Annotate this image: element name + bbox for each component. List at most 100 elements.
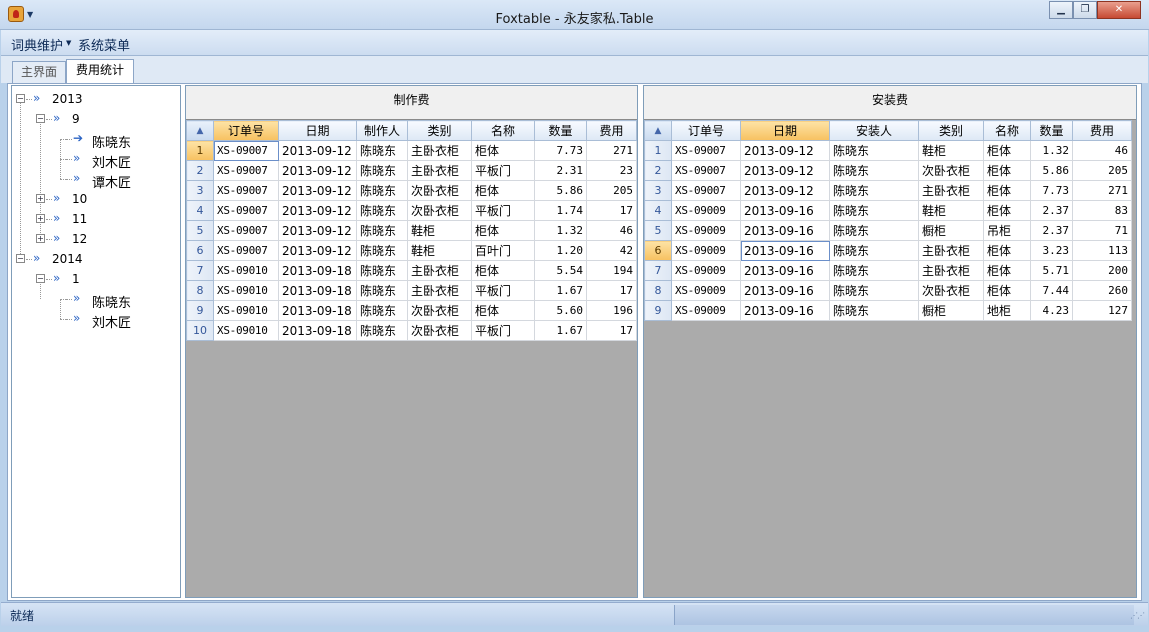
table-cell[interactable]: 陈晓东 (356, 280, 408, 301)
table-cell[interactable]: 柜体 (471, 300, 535, 321)
table-cell[interactable]: 平板门 (471, 320, 535, 341)
column-header[interactable]: 名称 (983, 120, 1031, 141)
table-cell[interactable]: 陈晓东 (829, 220, 919, 241)
row-header[interactable]: 8 (644, 280, 672, 301)
table-cell[interactable]: 5.86 (534, 180, 587, 201)
table-row[interactable]: 10 XS-09010 2013-09-18 陈晓东 次卧衣柜 平板门 1.67 17 (186, 320, 637, 341)
restore-button[interactable]: ❐ (1073, 1, 1097, 19)
table-cell[interactable]: 2013-09-12 (278, 240, 357, 261)
tab-main[interactable]: 主界面 (12, 61, 66, 83)
table-cell[interactable]: 地柜 (983, 300, 1031, 321)
table-cell[interactable]: 次卧衣柜 (407, 300, 472, 321)
table-cell[interactable]: 17 (586, 200, 637, 221)
row-header[interactable]: 4 (644, 200, 672, 221)
tree-node[interactable]: −» 2013 (12, 89, 180, 109)
collapse-icon[interactable]: − (36, 114, 45, 123)
collapse-icon[interactable]: − (16, 254, 25, 263)
table-cell[interactable]: 1.67 (534, 280, 587, 301)
select-all-corner-icon[interactable]: ▲ (644, 120, 672, 141)
table-cell[interactable]: 2013-09-16 (740, 220, 830, 241)
table-cell[interactable]: XS-09007 (213, 220, 279, 241)
table-cell[interactable]: 2.37 (1030, 220, 1073, 241)
table-cell[interactable]: 5.71 (1030, 260, 1073, 281)
table-cell[interactable]: 柜体 (983, 160, 1031, 181)
table-cell[interactable]: 260 (1072, 280, 1132, 301)
column-header[interactable]: 费用 (1072, 120, 1132, 141)
table-row[interactable]: 8 XS-09009 2013-09-16 陈晓东 次卧衣柜 柜体 7.44 260 (644, 280, 1132, 301)
table-cell[interactable]: 主卧衣柜 (407, 140, 472, 161)
column-header[interactable]: 安装人 (829, 120, 919, 141)
table-cell[interactable]: 柜体 (983, 140, 1031, 161)
tree-node[interactable]: −» 1 (12, 269, 180, 289)
table-cell[interactable]: 2013-09-12 (278, 180, 357, 201)
column-header[interactable]: 制作人 (356, 120, 408, 141)
table-cell[interactable]: XS-09009 (671, 240, 741, 261)
table-cell[interactable]: 1.67 (534, 320, 587, 341)
table-cell[interactable]: XS-09007 (213, 200, 279, 221)
table-cell[interactable]: 4.23 (1030, 300, 1073, 321)
table-row[interactable]: 2 XS-09007 2013-09-12 陈晓东 主卧衣柜 平板门 2.31 23 (186, 160, 637, 181)
row-header[interactable]: 9 (644, 300, 672, 321)
production-cost-table[interactable]: ▲ 订单号 日期 制作人 类别 名称 数量 费用 1 XS-09007 2013-09-12 陈晓东主… (186, 120, 637, 341)
table-cell[interactable]: 主卧衣柜 (407, 280, 472, 301)
table-cell[interactable]: 陈晓东 (356, 180, 408, 201)
tree-node[interactable]: ➔ 陈晓东 (12, 129, 180, 151)
table-cell[interactable]: 陈晓东 (829, 260, 919, 281)
table-cell[interactable]: XS-09009 (671, 220, 741, 241)
table-cell[interactable]: 陈晓东 (829, 140, 919, 161)
expand-icon[interactable]: + (36, 234, 45, 243)
table-cell[interactable]: 271 (586, 140, 637, 161)
table-cell[interactable]: 71 (1072, 220, 1132, 241)
menu-dictionary[interactable]: 词典维护 (11, 35, 63, 54)
table-cell[interactable]: 平板门 (471, 160, 535, 181)
resize-grip-icon[interactable]: ⋰⋰ (1130, 611, 1145, 620)
row-header[interactable]: 5 (186, 220, 214, 241)
table-cell[interactable]: 柜体 (983, 240, 1031, 261)
table-row[interactable]: 9 XS-09009 2013-09-16 陈晓东 橱柜 地柜 4.23 127 (644, 300, 1132, 321)
menu-system[interactable]: 系统菜单 (78, 35, 130, 54)
table-row[interactable]: 7 XS-09010 2013-09-18 陈晓东 主卧衣柜 柜体 5.54 194 (186, 260, 637, 281)
table-row[interactable]: 1 XS-09007 2013-09-12 陈晓东 主卧衣柜 柜体 7.73 271 (186, 140, 637, 161)
table-cell[interactable]: XS-09007 (213, 180, 279, 201)
tree-node[interactable]: » 刘木匠 (12, 149, 180, 171)
table-cell[interactable]: 百叶门 (471, 240, 535, 261)
table-cell[interactable]: 陈晓东 (356, 220, 408, 241)
table-cell[interactable]: 2013-09-18 (278, 280, 357, 301)
table-cell[interactable]: XS-09007 (671, 180, 741, 201)
table-cell[interactable]: 柜体 (983, 180, 1031, 201)
table-cell[interactable]: 46 (1072, 140, 1132, 161)
table-row[interactable]: 5 XS-09009 2013-09-16 陈晓东 橱柜 吊柜 2.37 71 (644, 220, 1132, 241)
table-cell[interactable]: XS-09007 (213, 160, 279, 181)
column-header[interactable]: 数量 (1030, 120, 1073, 141)
column-header[interactable]: 日期 (740, 120, 830, 141)
table-cell[interactable]: 鞋柜 (918, 200, 984, 221)
table-row[interactable]: 4 XS-09009 2013-09-16 陈晓东 鞋柜 柜体 2.37 83 (644, 200, 1132, 221)
table-cell[interactable]: XS-09010 (213, 320, 279, 341)
table-cell[interactable]: 陈晓东 (356, 200, 408, 221)
table-cell[interactable]: 橱柜 (918, 220, 984, 241)
table-cell[interactable]: XS-09009 (671, 260, 741, 281)
table-cell[interactable]: 7.73 (1030, 180, 1073, 201)
table-cell[interactable]: 鞋柜 (407, 240, 472, 261)
table-cell[interactable]: 200 (1072, 260, 1132, 281)
table-cell[interactable]: 陈晓东 (356, 260, 408, 281)
table-cell[interactable]: 5.86 (1030, 160, 1073, 181)
column-header[interactable]: 费用 (586, 120, 637, 141)
table-cell[interactable]: 2.31 (534, 160, 587, 181)
table-cell[interactable]: 2013-09-16 (740, 260, 830, 281)
table-cell[interactable]: 吊柜 (983, 220, 1031, 241)
table-cell[interactable]: 271 (1072, 180, 1132, 201)
table-cell[interactable]: 陈晓东 (356, 140, 408, 161)
row-header[interactable]: 8 (186, 280, 214, 301)
table-cell[interactable]: 2013-09-16 (740, 240, 830, 261)
table-cell[interactable]: 127 (1072, 300, 1132, 321)
table-cell[interactable]: 陈晓东 (356, 160, 408, 181)
table-cell[interactable]: 鞋柜 (918, 140, 984, 161)
table-cell[interactable]: XS-09010 (213, 260, 279, 281)
table-cell[interactable]: 主卧衣柜 (918, 260, 984, 281)
installation-cost-table[interactable]: ▲ 订单号 日期 安装人 类别 名称 数量 费用 1 XS-09007 2013-09-12 陈晓东鞋… (644, 120, 1132, 321)
table-cell[interactable]: 2013-09-12 (278, 140, 357, 161)
table-cell[interactable]: 42 (586, 240, 637, 261)
select-all-corner-icon[interactable]: ▲ (186, 120, 214, 141)
table-cell[interactable]: 7.73 (534, 140, 587, 161)
